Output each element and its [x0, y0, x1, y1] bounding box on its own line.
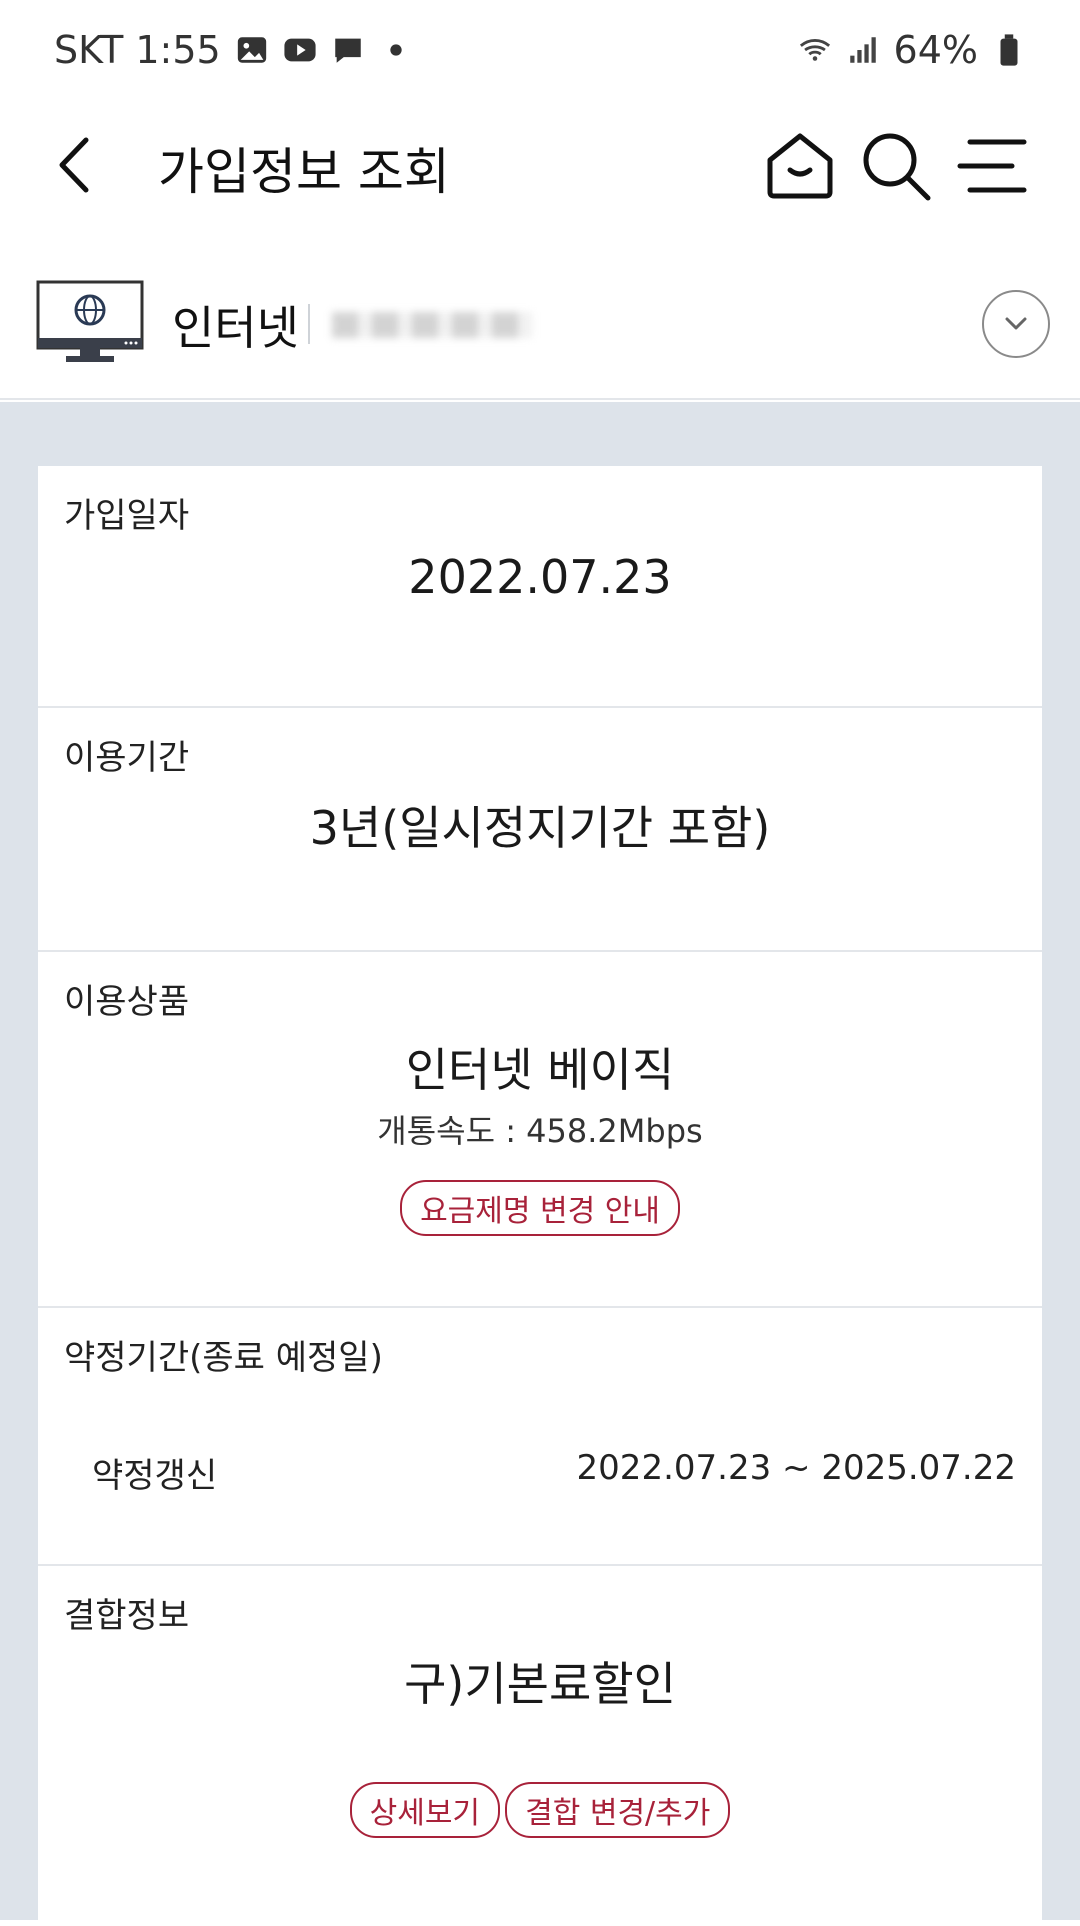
service-name: 인터넷: [172, 301, 299, 355]
menu-icon[interactable]: [952, 126, 1032, 206]
bundle-buttons-row: 상세보기 결합 변경/추가: [38, 1782, 1042, 1838]
bundle-value: 구)기본료할인: [404, 1657, 676, 1711]
join-date-value: 2022.07.23: [408, 550, 672, 604]
section-usage-period: 이용기간 3년(일시정지기간 포함): [38, 708, 1042, 952]
contract-name: 약정갱신: [92, 1456, 218, 1496]
product-notice-row: 요금제명 변경 안내: [38, 1180, 1042, 1236]
expand-button[interactable]: [982, 290, 1050, 358]
section-join-date: 가입일자 2022.07.23: [38, 466, 1042, 708]
join-date-label: 가입일자: [64, 496, 190, 536]
page-title: 가입정보 조회: [158, 143, 450, 201]
service-divider: [308, 304, 310, 344]
status-left: SKT 1:55: [54, 28, 413, 72]
monitor-globe-icon: [36, 280, 144, 362]
dot-icon: [390, 44, 402, 56]
product-label: 이용상품: [64, 982, 190, 1022]
section-bundle: 결합정보 구)기본료할인 상세보기 결합 변경/추가: [38, 1566, 1042, 1926]
battery-percent: 64%: [893, 28, 978, 72]
usage-period-value: 3년(일시정지기간 포함): [309, 801, 771, 855]
wifi-icon: [799, 39, 830, 61]
search-icon[interactable]: [856, 126, 936, 206]
app-header: 가입정보 조회: [0, 100, 1080, 230]
chevron-down-icon: [1005, 317, 1027, 330]
section-contract: 약정기간(종료 예정일) 약정갱신 2022.07.23 ~ 2025.07.2…: [38, 1308, 1042, 1566]
section-product: 이용상품 인터넷 베이직 개통속도 : 458.2Mbps 요금제명 변경 안내: [38, 952, 1042, 1308]
usage-period-label: 이용기간: [64, 738, 190, 778]
bundle-label: 결합정보: [64, 1596, 190, 1636]
bundle-change-button[interactable]: 결합 변경/추가: [505, 1782, 731, 1838]
contract-label: 약정기간(종료 예정일): [64, 1338, 383, 1378]
battery-icon: [1000, 34, 1018, 66]
service-selector[interactable]: 인터넷: [0, 230, 1080, 400]
contract-dates: 2022.07.23 ~ 2025.07.22: [576, 1448, 1016, 1488]
youtube-icon: [284, 38, 316, 62]
plan-name-change-notice-button[interactable]: 요금제명 변경 안내: [400, 1180, 680, 1236]
gallery-icon: [237, 37, 266, 63]
bundle-detail-button[interactable]: 상세보기: [349, 1782, 501, 1838]
masked-service-id: [332, 312, 532, 338]
home-icon[interactable]: [760, 126, 840, 206]
signal-icon: [849, 37, 876, 63]
carrier-time: SKT 1:55: [54, 28, 221, 72]
chat-icon: [334, 38, 361, 63]
subscription-info-card: 가입일자 2022.07.23 이용기간 3년(일시정지기간 포함) 이용상품 …: [38, 466, 1042, 1926]
product-value: 인터넷 베이직: [405, 1043, 675, 1097]
product-speed: 개통속도 : 458.2Mbps: [377, 1112, 703, 1150]
status-right: 64%: [798, 28, 1026, 72]
back-icon[interactable]: [48, 130, 108, 200]
status-bar: SKT 1:55 64%: [0, 0, 1080, 100]
